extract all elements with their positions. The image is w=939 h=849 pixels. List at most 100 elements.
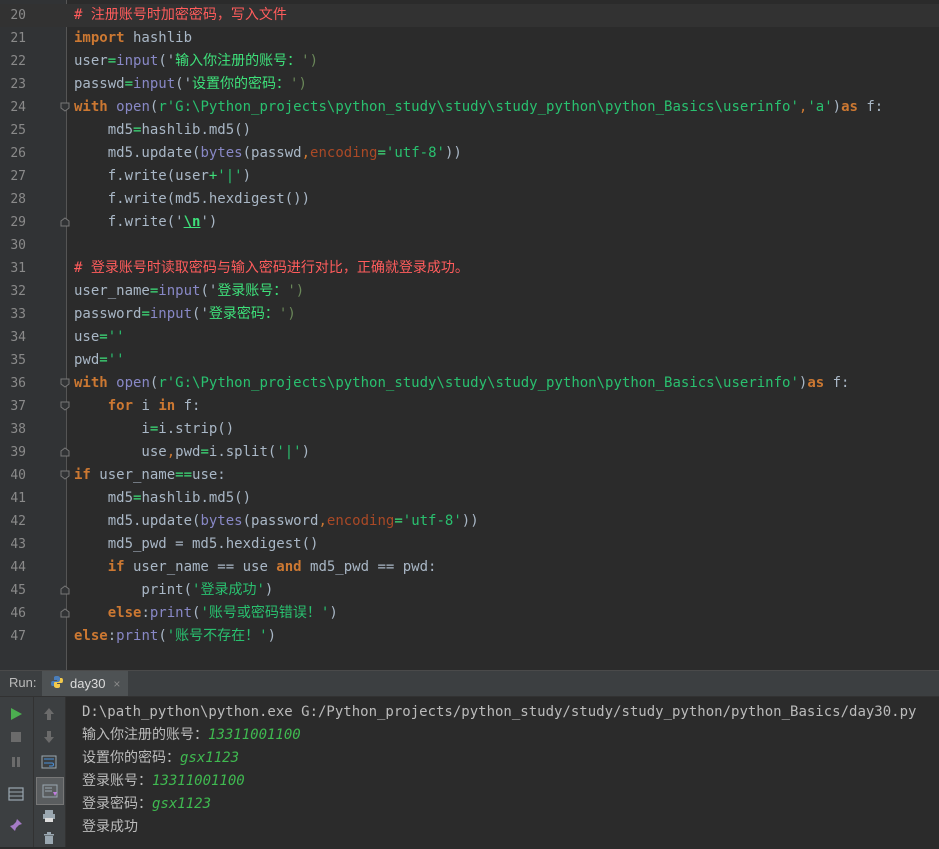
code-token: '' — [107, 329, 125, 345]
code-text: with open(r'G:\Python_projects\python_st… — [74, 372, 850, 395]
code-token: ( — [158, 628, 167, 644]
code-line[interactable]: 35 pwd='' — [0, 349, 939, 372]
console-text: 设置你的密码： — [82, 750, 180, 766]
line-number: 28 — [10, 192, 26, 207]
code-token: and — [276, 559, 302, 575]
code-token: ') — [278, 306, 296, 322]
code-token: ) — [264, 582, 274, 598]
fold-marker-icon[interactable] — [60, 401, 70, 411]
code-token: # 注册账号时加密密码，写入文件 — [74, 7, 287, 23]
code-line[interactable]: 40 if user_name==use: — [0, 464, 939, 487]
code-line[interactable]: 22 user=input('输入你注册的账号：') — [0, 50, 939, 73]
code-line[interactable]: 47 else:print('账号不存在！') — [0, 625, 939, 648]
code-line[interactable]: 44 if user_name == use and md5_pwd == pw… — [0, 556, 939, 579]
code-token: r'G:\Python_projects\python_study\study\… — [158, 375, 799, 391]
line-number: 34 — [10, 330, 26, 345]
pin-icon[interactable] — [5, 814, 27, 836]
fold-marker-icon[interactable] — [60, 102, 70, 112]
code-text: md5=hashlib.md5() — [74, 119, 251, 142]
code-token: , — [301, 145, 311, 161]
soft-wrap-icon[interactable] — [38, 751, 60, 773]
code-line[interactable]: 20 # 注册账号时加密密码，写入文件 — [0, 4, 939, 27]
line-number: 21 — [10, 31, 26, 46]
arrow-down-icon[interactable] — [38, 726, 60, 748]
code-token: == — [175, 467, 193, 483]
scroll-to-end-icon[interactable] — [36, 777, 64, 805]
code-token: print — [116, 628, 159, 644]
code-line[interactable]: 25 md5=hashlib.md5() — [0, 119, 939, 142]
code-line[interactable]: 36 with open(r'G:\Python_projects\python_… — [0, 372, 939, 395]
code-token: = — [200, 444, 209, 460]
code-line[interactable]: 38 i=i.strip() — [0, 418, 939, 441]
code-text: use='' — [74, 326, 125, 349]
code-line[interactable]: 31 # 登录账号时读取密码与输入密码进行对比，正确就登录成功。 — [0, 257, 939, 280]
code-token: i — [133, 398, 159, 414]
code-line[interactable]: 21 import hashlib — [0, 27, 939, 50]
console-text: 登录成功 — [82, 819, 138, 835]
code-token: f.write(md5.hexdigest()) — [74, 191, 311, 207]
code-token: pwd — [175, 444, 201, 460]
code-line[interactable]: 45 print('登录成功') — [0, 579, 939, 602]
code-text: md5_pwd = md5.hexdigest() — [74, 533, 319, 556]
code-text: # 登录账号时读取密码与输入密码进行对比，正确就登录成功。 — [74, 257, 469, 280]
console-output[interactable]: D:\path_python\python.exe G:/Python_proj… — [82, 701, 916, 839]
code-line[interactable]: 27 f.write(user+'|') — [0, 165, 939, 188]
code-token: = — [377, 145, 386, 161]
code-line[interactable]: 39 use,pwd=i.split('|') — [0, 441, 939, 464]
code-editor[interactable]: 20 # 注册账号时加密密码，写入文件 21 import hashlib 22 user… — [0, 0, 939, 670]
code-token: = — [107, 53, 117, 69]
fold-marker-icon[interactable] — [60, 585, 70, 595]
layout-icon[interactable] — [5, 783, 27, 805]
code-line[interactable]: 43 md5_pwd = md5.hexdigest() — [0, 533, 939, 556]
code-line[interactable]: 26 md5.update(bytes(passwd,encoding='utf… — [0, 142, 939, 165]
code-line[interactable]: 42 md5.update(bytes(password,encoding='u… — [0, 510, 939, 533]
code-token: '' — [107, 352, 125, 368]
console-text: 登录账号： — [82, 773, 152, 789]
code-token: in — [158, 398, 176, 414]
run-tab-day30[interactable]: day30 × — [42, 671, 129, 696]
pause-icon[interactable] — [5, 751, 27, 773]
code-token: open — [116, 375, 150, 391]
fold-marker-icon[interactable] — [60, 470, 70, 480]
line-number: 41 — [10, 491, 26, 506]
code-line[interactable]: 23 passwd=input('设置你的密码：') — [0, 73, 939, 96]
code-line[interactable]: 28 f.write(md5.hexdigest()) — [0, 188, 939, 211]
close-icon[interactable]: × — [113, 677, 120, 691]
line-number: 38 — [10, 422, 26, 437]
fold-marker-icon[interactable] — [60, 217, 70, 227]
code-token: if — [107, 559, 125, 575]
console-line: 登录成功 — [82, 816, 916, 839]
code-token: else — [74, 628, 108, 644]
code-line[interactable]: 41 md5=hashlib.md5() — [0, 487, 939, 510]
python-file-icon — [50, 674, 64, 693]
code-line[interactable]: 37 for i in f: — [0, 395, 939, 418]
code-line[interactable]: 24 with open(r'G:\Python_projects\python_… — [0, 96, 939, 119]
fold-marker-icon[interactable] — [60, 447, 70, 457]
code-line[interactable]: 32 user_name=input('登录账号：') — [0, 280, 939, 303]
stop-icon[interactable] — [5, 726, 27, 748]
code-token: ) — [301, 444, 311, 460]
code-token: password — [74, 306, 142, 322]
code-text: md5.update(bytes(password,encoding='utf-… — [74, 510, 479, 533]
console-line: 设置你的密码：gsx1123 — [82, 747, 916, 770]
arrow-up-icon[interactable] — [38, 703, 60, 725]
rerun-icon[interactable] — [5, 703, 27, 725]
code-line[interactable]: 29 f.write('\n') — [0, 211, 939, 234]
code-token: print( — [74, 582, 193, 598]
line-number: 44 — [10, 560, 26, 575]
console-line: 输入你注册的账号：13311001100 — [82, 724, 916, 747]
print-icon[interactable] — [38, 805, 60, 827]
code-line[interactable]: 30 — [0, 234, 939, 257]
code-line[interactable]: 46 else:print('账号或密码错误！') — [0, 602, 939, 625]
code-line[interactable]: 34 use='' — [0, 326, 939, 349]
code-line[interactable]: 33 password=input('登录密码：') — [0, 303, 939, 326]
code-token: ) — [329, 605, 338, 621]
code-text: f.write(user+'|') — [74, 165, 251, 188]
fold-marker-icon[interactable] — [60, 608, 70, 618]
code-text: f.write('\n') — [74, 211, 218, 234]
code-token: '账号不存在！' — [166, 628, 268, 644]
code-token: md5_pwd = md5.hexdigest() — [74, 536, 319, 552]
code-token: encoding — [310, 145, 378, 161]
fold-marker-icon[interactable] — [60, 378, 70, 388]
